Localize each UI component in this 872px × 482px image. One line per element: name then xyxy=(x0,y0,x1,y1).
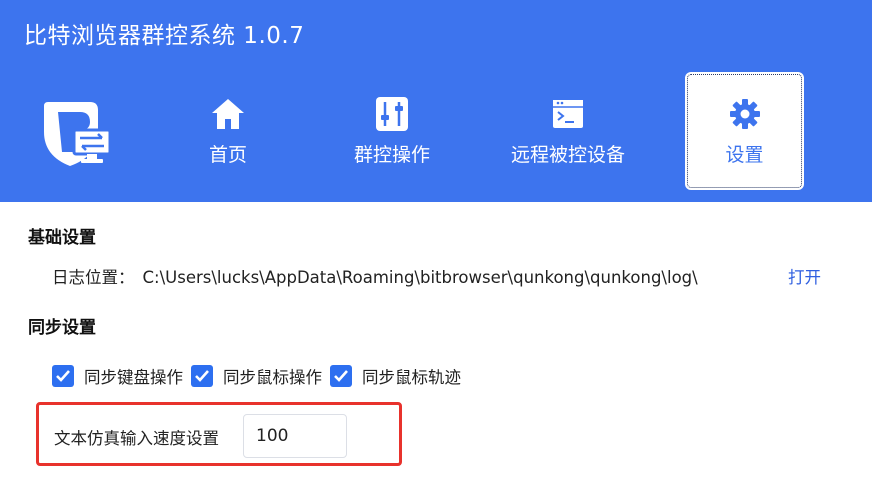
nav-settings-label: 设置 xyxy=(725,143,764,166)
log-location-label: 日志位置： xyxy=(52,268,135,287)
home-icon xyxy=(210,96,246,132)
sync-keyboard-label: 同步键盘操作 xyxy=(84,368,183,387)
sync-mouse-label: 同步鼠标操作 xyxy=(223,368,322,387)
sync-mouse-track-checkbox[interactable] xyxy=(330,365,352,387)
basic-settings-title: 基础设置 xyxy=(28,228,96,248)
sync-mouse-track-option[interactable]: 同步鼠标轨迹 xyxy=(330,364,461,388)
input-speed-field[interactable] xyxy=(243,414,347,458)
nav-settings[interactable]: 设置 xyxy=(685,72,804,190)
log-location-row: 日志位置： C:\Users\lucks\AppData\Roaming\bitb… xyxy=(52,264,698,288)
sliders-icon xyxy=(374,96,410,132)
open-log-folder-link[interactable]: 打开 xyxy=(788,264,821,288)
sync-mouse-checkbox[interactable] xyxy=(191,365,213,387)
sync-keyboard-option[interactable]: 同步键盘操作 xyxy=(52,364,183,388)
terminal-icon xyxy=(550,96,586,132)
nav-group-control[interactable]: 群控操作 xyxy=(330,72,454,190)
app-logo-icon xyxy=(40,96,112,168)
log-location-path: C:\Users\lucks\AppData\Roaming\bitbrowse… xyxy=(142,268,698,287)
sync-settings-title: 同步设置 xyxy=(28,318,96,338)
nav-remote-devices[interactable]: 远程被控设备 xyxy=(490,72,646,190)
sync-mouse-option[interactable]: 同步鼠标操作 xyxy=(191,364,322,388)
sync-keyboard-checkbox[interactable] xyxy=(52,365,74,387)
input-speed-label: 文本仿真输入速度设置 xyxy=(54,429,219,448)
nav-group-control-label: 群控操作 xyxy=(353,143,430,166)
sync-options: 同步键盘操作 同步鼠标操作 同步鼠标轨迹 xyxy=(52,364,469,388)
nav-remote-devices-label: 远程被控设备 xyxy=(510,143,625,166)
header-bar: 比特浏览器群控系统 1.0.7 首页 群控操作 远程被控设备 设置 xyxy=(0,0,872,202)
sync-mouse-track-label: 同步鼠标轨迹 xyxy=(362,368,461,387)
nav-home-label: 首页 xyxy=(208,143,247,166)
nav-home[interactable]: 首页 xyxy=(176,72,280,190)
gear-icon xyxy=(727,96,763,132)
app-title: 比特浏览器群控系统 1.0.7 xyxy=(24,23,305,49)
